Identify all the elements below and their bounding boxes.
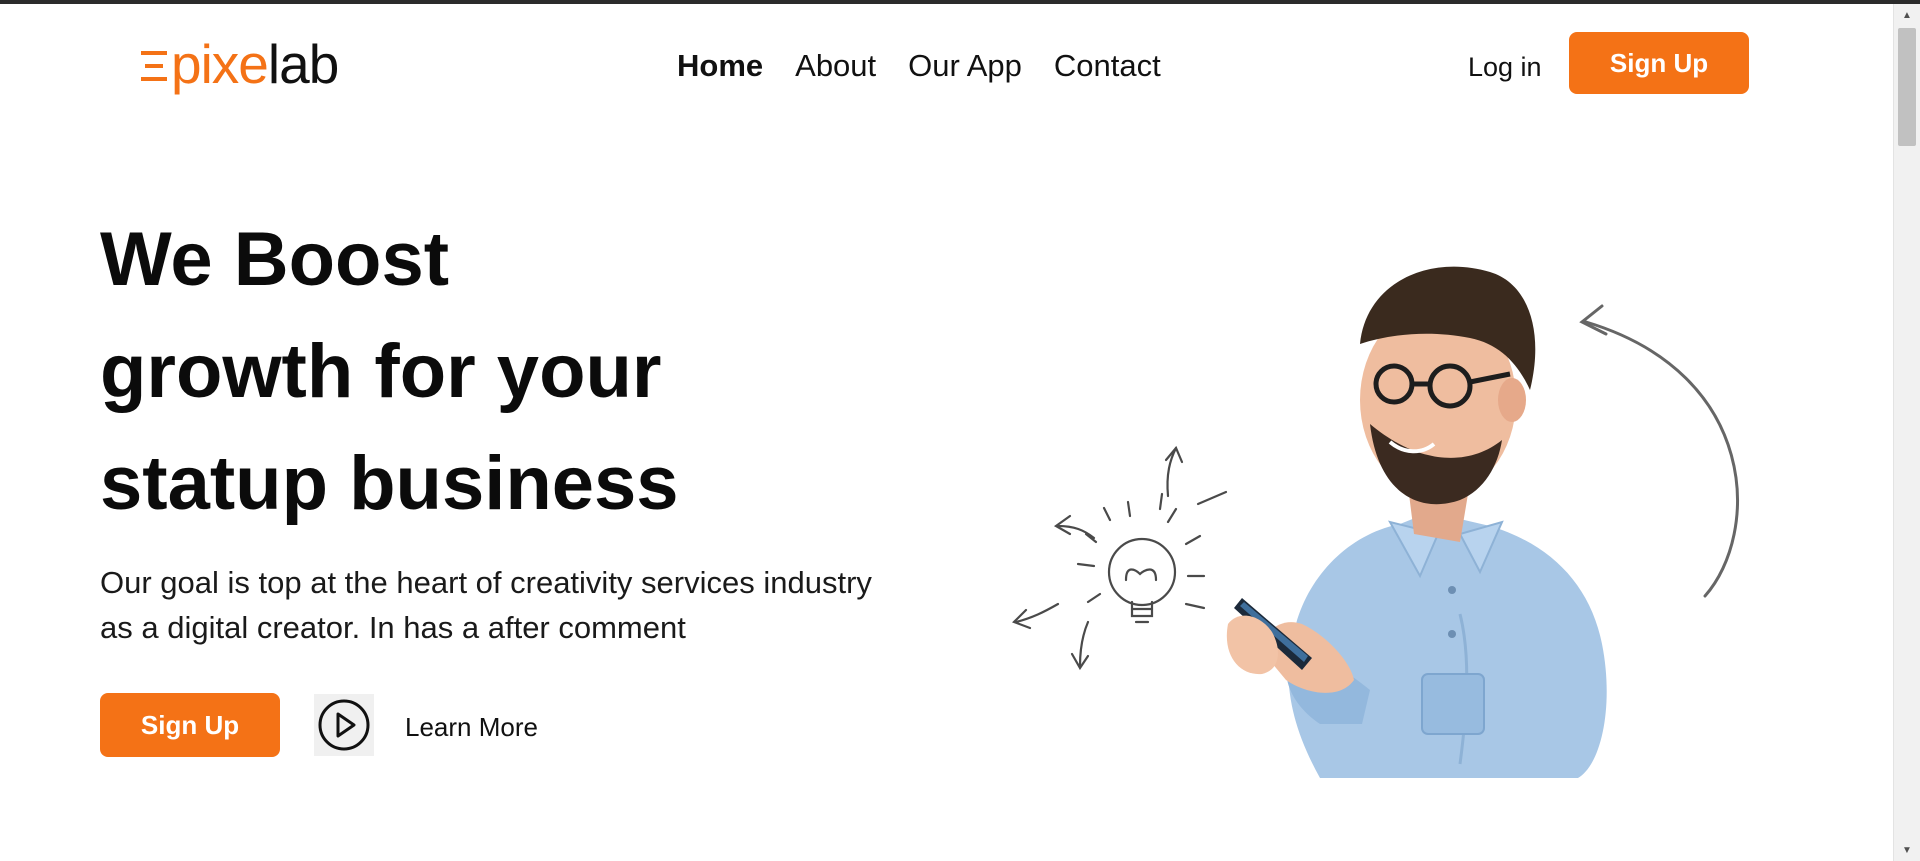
nav-item-contact[interactable]: Contact [1054,48,1161,84]
hero-title: We Boost growth for your statup business [100,204,860,540]
lightbulb-icon [1012,445,1228,671]
hero-title-line: statup business [100,441,679,526]
page-scrollbar[interactable]: ▲ ▼ [1893,4,1920,861]
nav-item-our-app[interactable]: Our App [908,48,1022,84]
logo-e-mark-icon [141,51,167,81]
nav-item-about[interactable]: About [795,48,876,84]
scroll-thumb[interactable] [1898,28,1916,146]
landing-page: pixe lab Home About Our App Contact Log i… [0,4,1893,861]
curved-arrow-icon [1579,304,1739,598]
logo-dark-text: lab [267,32,339,95]
man-with-phone-photo [1226,266,1607,778]
scroll-down-arrow-icon[interactable]: ▼ [1894,841,1920,859]
play-video-button[interactable] [314,694,374,756]
play-circle-icon [318,699,370,751]
hero-subtitle-line: Our goal is top at the heart of creativi… [100,565,872,600]
learn-more-link[interactable]: Learn More [405,712,538,743]
header-signup-button[interactable]: Sign Up [1569,32,1749,94]
login-link[interactable]: Log in [1468,52,1542,83]
hero-title-line: growth for your [100,329,662,414]
nav-item-home[interactable]: Home [677,48,763,84]
hero-signup-button[interactable]: Sign Up [100,693,280,757]
hero-subtitle: Our goal is top at the heart of creativi… [100,560,920,650]
scroll-up-arrow-icon[interactable]: ▲ [1894,6,1920,24]
brand-logo[interactable]: pixe lab [141,32,339,95]
hero-title-line: We Boost [100,217,450,302]
logo-accent-text: pixe [171,32,269,95]
hero-illustration [1012,266,1739,778]
hero-subtitle-line: as a digital creator. In has a after com… [100,610,686,645]
main-nav: Home About Our App Contact [677,48,1161,84]
